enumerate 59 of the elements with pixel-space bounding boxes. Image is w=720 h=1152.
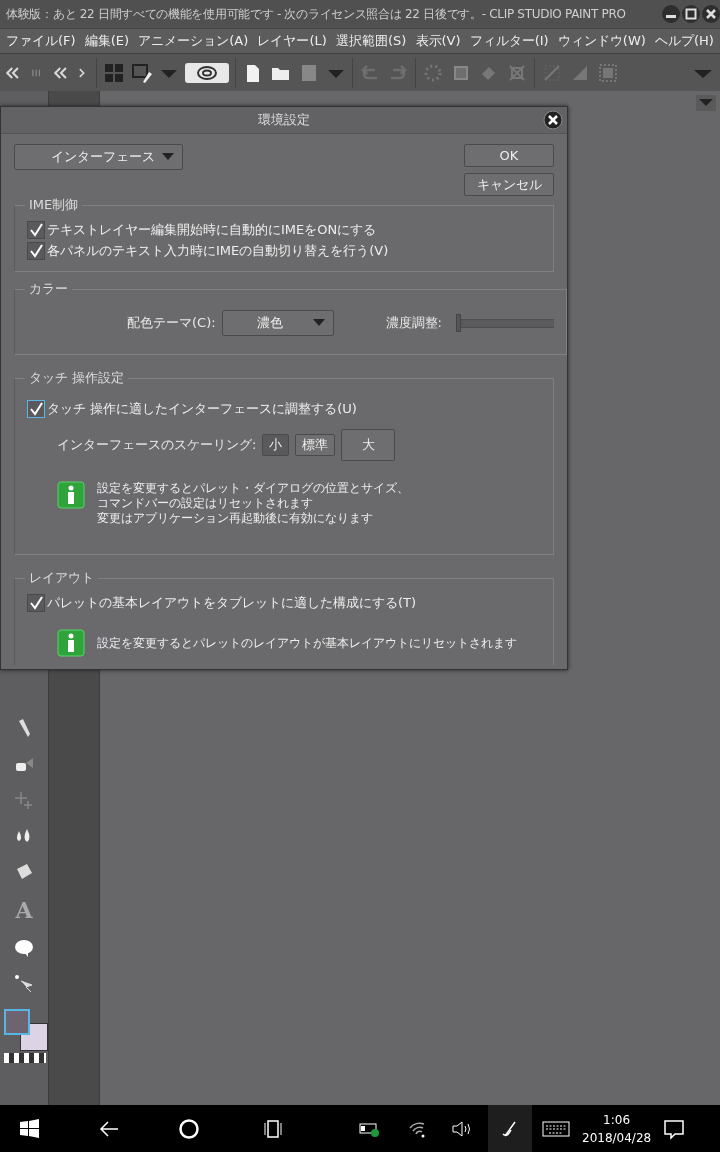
group-title: タッチ 操作設定 <box>28 369 126 387</box>
menu-item[interactable]: 編集(E) <box>82 32 132 50</box>
info-message: 設定を変更するとパレット・ダイアログの位置とサイズ、 <box>97 481 409 496</box>
checkbox-option[interactable]: タッチ 操作に適したインターフェースに調整する(U) <box>27 400 357 418</box>
info-icon <box>57 481 85 509</box>
minimize-icon[interactable] <box>662 5 680 23</box>
pen-button[interactable] <box>488 1105 532 1152</box>
ok-button[interactable]: OK <box>464 144 554 167</box>
pointer-icon[interactable] <box>13 973 35 995</box>
checkbox-option[interactable]: 各パネルのテキスト入力時にIMEの自動切り替えを行う(V) <box>27 242 389 260</box>
checkbox[interactable] <box>27 594 45 612</box>
checkbox[interactable] <box>27 400 45 418</box>
group-title: IME制御 <box>28 196 80 214</box>
menu-item[interactable]: 選択範囲(S) <box>334 32 409 50</box>
checkbox[interactable] <box>27 242 45 260</box>
theme-dropdown[interactable]: 濃色 <box>221 310 334 336</box>
clock-date: 2018/04/28 <box>582 1129 652 1147</box>
close-icon[interactable] <box>543 110 563 130</box>
theme-label: 配色テーマ(C): <box>127 314 216 332</box>
menu-item[interactable]: ヘルプ(H) <box>653 32 716 50</box>
caret-icon <box>162 153 174 161</box>
checkbox-option[interactable]: パレットの基本レイアウトをタブレットに適した構成にする(T) <box>27 594 417 612</box>
checkbox[interactable] <box>27 221 45 239</box>
scale-button[interactable]: 小 <box>262 434 290 456</box>
menu-item[interactable]: 表示(V) <box>413 32 463 50</box>
speech-bubble-icon[interactable] <box>13 937 35 959</box>
slider-thumb[interactable] <box>456 314 461 332</box>
text-tool[interactable]: A <box>15 897 33 923</box>
menu-item[interactable]: アニメーション(A) <box>136 32 251 50</box>
windows-icon[interactable] <box>18 1117 40 1140</box>
category-dropdown[interactable]: インターフェース <box>14 144 183 170</box>
swirl-button[interactable] <box>185 63 229 83</box>
menu-item[interactable]: ウィンドウ(W) <box>555 32 648 50</box>
info-icon <box>57 629 85 657</box>
density-label: 濃度調整: <box>385 314 442 332</box>
clock-time: 1:06 <box>603 1111 631 1129</box>
scale-button[interactable]: 大 <box>341 429 396 461</box>
close-icon[interactable] <box>702 5 720 23</box>
cortana-circle-icon[interactable] <box>178 1117 200 1140</box>
group-title: カラー <box>28 280 69 298</box>
menu-item[interactable]: ファイル(F) <box>4 32 78 50</box>
color-swatches[interactable] <box>2 1009 46 1065</box>
window-title: 体験版：あと 22 日間すべての機能を使用可能です - 次のライセンス照合は 22 日後です。- CLIP STUDIO PAINT PRO <box>6 5 627 23</box>
info-message: 変更はアプリケーション再起動後に有効になります <box>97 511 374 526</box>
notification-icon[interactable] <box>663 1117 686 1140</box>
menu-item[interactable]: レイヤー(L) <box>255 32 329 50</box>
maximize-icon[interactable] <box>682 5 700 23</box>
caret-icon <box>312 319 325 327</box>
menu-item[interactable]: フィルター(I) <box>467 32 551 50</box>
cancel-button[interactable]: キャンセル <box>464 173 554 196</box>
image-edit-icon[interactable] <box>131 62 153 84</box>
scale-button[interactable]: 標準 <box>295 434 336 456</box>
dotted-circle-icon[interactable] <box>422 62 444 84</box>
dialog-title: 環境設定 <box>258 111 310 129</box>
scaling-label: インターフェースのスケーリング: <box>57 436 257 454</box>
checkbox-option[interactable]: テキストレイヤー編集開始時に自動的にIMEをONにする <box>27 221 377 239</box>
info-message: 設定を変更するとパレットのレイアウトが基本レイアウトにリセットされます <box>97 635 517 651</box>
group-title: レイアウト <box>28 569 95 587</box>
info-message: コマンドバーの設定はリセットされます <box>97 496 314 511</box>
